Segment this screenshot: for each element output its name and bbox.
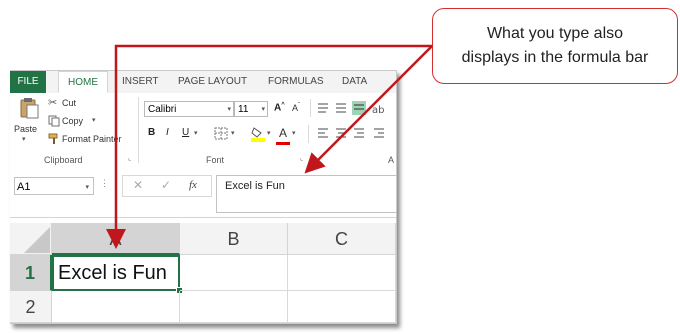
arrow-to-formula-bar [304, 45, 433, 174]
annotation-arrows [106, 44, 433, 249]
arrow-to-cell [106, 44, 432, 249]
